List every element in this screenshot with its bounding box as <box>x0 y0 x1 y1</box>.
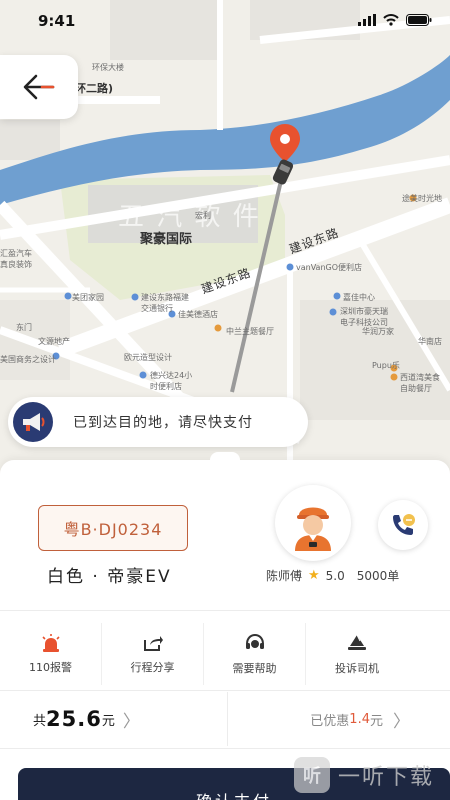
driver-name: 陈师傅 <box>266 569 303 583</box>
map-label-poi: Pupu乐 <box>372 361 400 370</box>
driver-avatar[interactable] <box>275 485 351 561</box>
fare-row: 共 25.6 元 〉 已优惠 1.4 元 〉 <box>0 692 450 746</box>
confirm-payment-label: 确认支付 <box>196 788 272 800</box>
back-button[interactable] <box>0 55 78 119</box>
notice-text: 已到达目的地，请尽快支付 <box>73 415 253 431</box>
site-watermark: 听 一听下载 <box>294 755 434 795</box>
fare-total[interactable]: 共 25.6 元 〉 <box>0 692 228 746</box>
chevron-right-icon: 〉 <box>122 711 140 732</box>
alarm-110-button[interactable]: 110报警 <box>0 623 102 685</box>
signal-icon <box>358 14 376 26</box>
share-trip-button[interactable]: 行程分享 <box>102 623 204 685</box>
fare-discount[interactable]: 已优惠 1.4 元 〉 <box>228 692 450 746</box>
call-driver-button[interactable] <box>378 500 428 550</box>
map-label-poi: 美国商务之设计 <box>0 355 56 364</box>
driver-info: 陈师傅 ★ 5.0 5000单 <box>266 567 399 584</box>
chevron-right-icon: 〉 <box>393 711 410 732</box>
map-label-ring-road: 环二路) <box>75 82 114 95</box>
arrival-notice: 已到达目的地，请尽快支付 <box>8 397 308 447</box>
map-label-poi: 汇盈汽车 真良装饰 <box>0 249 32 269</box>
action-label: 110报警 <box>29 660 72 674</box>
fare-amount: 25.6 <box>46 707 102 731</box>
help-button[interactable]: 需要帮助 <box>204 623 306 685</box>
map-label-poi: 中兰主题餐厅 <box>226 327 274 336</box>
divider <box>0 690 450 691</box>
map-label-poi: 欧元造型设计 <box>124 353 172 362</box>
map-label-juhao: 聚豪国际 <box>140 232 193 247</box>
map-label-poi: 美团家园 <box>72 293 104 302</box>
map-label-poi: 环保大楼 <box>92 63 124 72</box>
sheet-handle[interactable] <box>210 452 240 466</box>
status-bar: 9:41 <box>0 0 450 40</box>
map-label-poi: 深圳市豪天瑞 电子科技公司 <box>340 307 388 327</box>
car-description: 白色 · 帝豪EV <box>47 567 172 587</box>
map-label-poi: 途美时光地 <box>402 194 442 203</box>
divider <box>0 610 450 611</box>
discount-unit: 元 <box>369 713 383 729</box>
map-label-poi: 德兴达24小 时便利店 <box>150 371 193 391</box>
driver-avatar-icon <box>295 507 331 551</box>
discount-label: 已优惠 <box>310 713 350 729</box>
watermark-logo: 听 <box>294 757 330 793</box>
trip-sheet: 粤B·DJ0234 白色 · 帝豪EV 陈师傅 ★ 5.0 5000单 110报… <box>0 452 450 800</box>
fare-unit: 元 <box>101 713 115 729</box>
map-label-poi: 嘉佳中心 <box>343 293 375 302</box>
watermark-text: 一听下载 <box>338 765 435 790</box>
action-label: 需要帮助 <box>232 661 277 675</box>
driver-orders: 5000单 <box>356 569 400 583</box>
map-label-poi: 华润万家 <box>362 327 394 336</box>
megaphone-icon <box>13 402 53 442</box>
status-icons <box>358 14 432 26</box>
star-icon: ★ <box>308 568 320 583</box>
complain-driver-button[interactable]: 投诉司机 <box>306 623 408 685</box>
alarm-icon <box>41 633 60 652</box>
map-label-poi: 华南店 <box>418 337 442 346</box>
action-label: 投诉司机 <box>335 661 379 675</box>
wifi-icon <box>383 14 399 26</box>
map-label-poi: 宏利 <box>195 211 211 220</box>
map-label-poi: 文源地产 <box>38 337 70 346</box>
battery-icon <box>406 14 432 26</box>
complaint-icon <box>348 634 366 650</box>
driver-rating: 5.0 <box>325 568 345 583</box>
action-label: 行程分享 <box>130 660 175 674</box>
phone-icon <box>393 514 415 535</box>
headset-icon <box>245 633 264 649</box>
divider <box>0 748 450 749</box>
license-plate: 粤B·DJ0234 <box>38 505 188 551</box>
discount-amount: 1.4 <box>349 711 370 727</box>
license-plate-text: 粤B·DJ0234 <box>63 520 163 539</box>
status-time: 9:41 <box>38 12 76 30</box>
arrow-left-icon <box>23 74 55 100</box>
map-label-poi: 西道湾美食 自助餐厅 <box>400 373 440 393</box>
fare-prefix: 共 <box>33 713 47 729</box>
share-icon <box>143 635 163 651</box>
action-bar: 110报警 行程分享 需要帮助 投诉司机 <box>0 623 450 685</box>
map-label-poi: 佳美德酒店 <box>178 310 218 319</box>
map-label-poi: vanVanGO便利店 <box>296 263 363 272</box>
map-label-poi: 东门 <box>16 323 32 332</box>
